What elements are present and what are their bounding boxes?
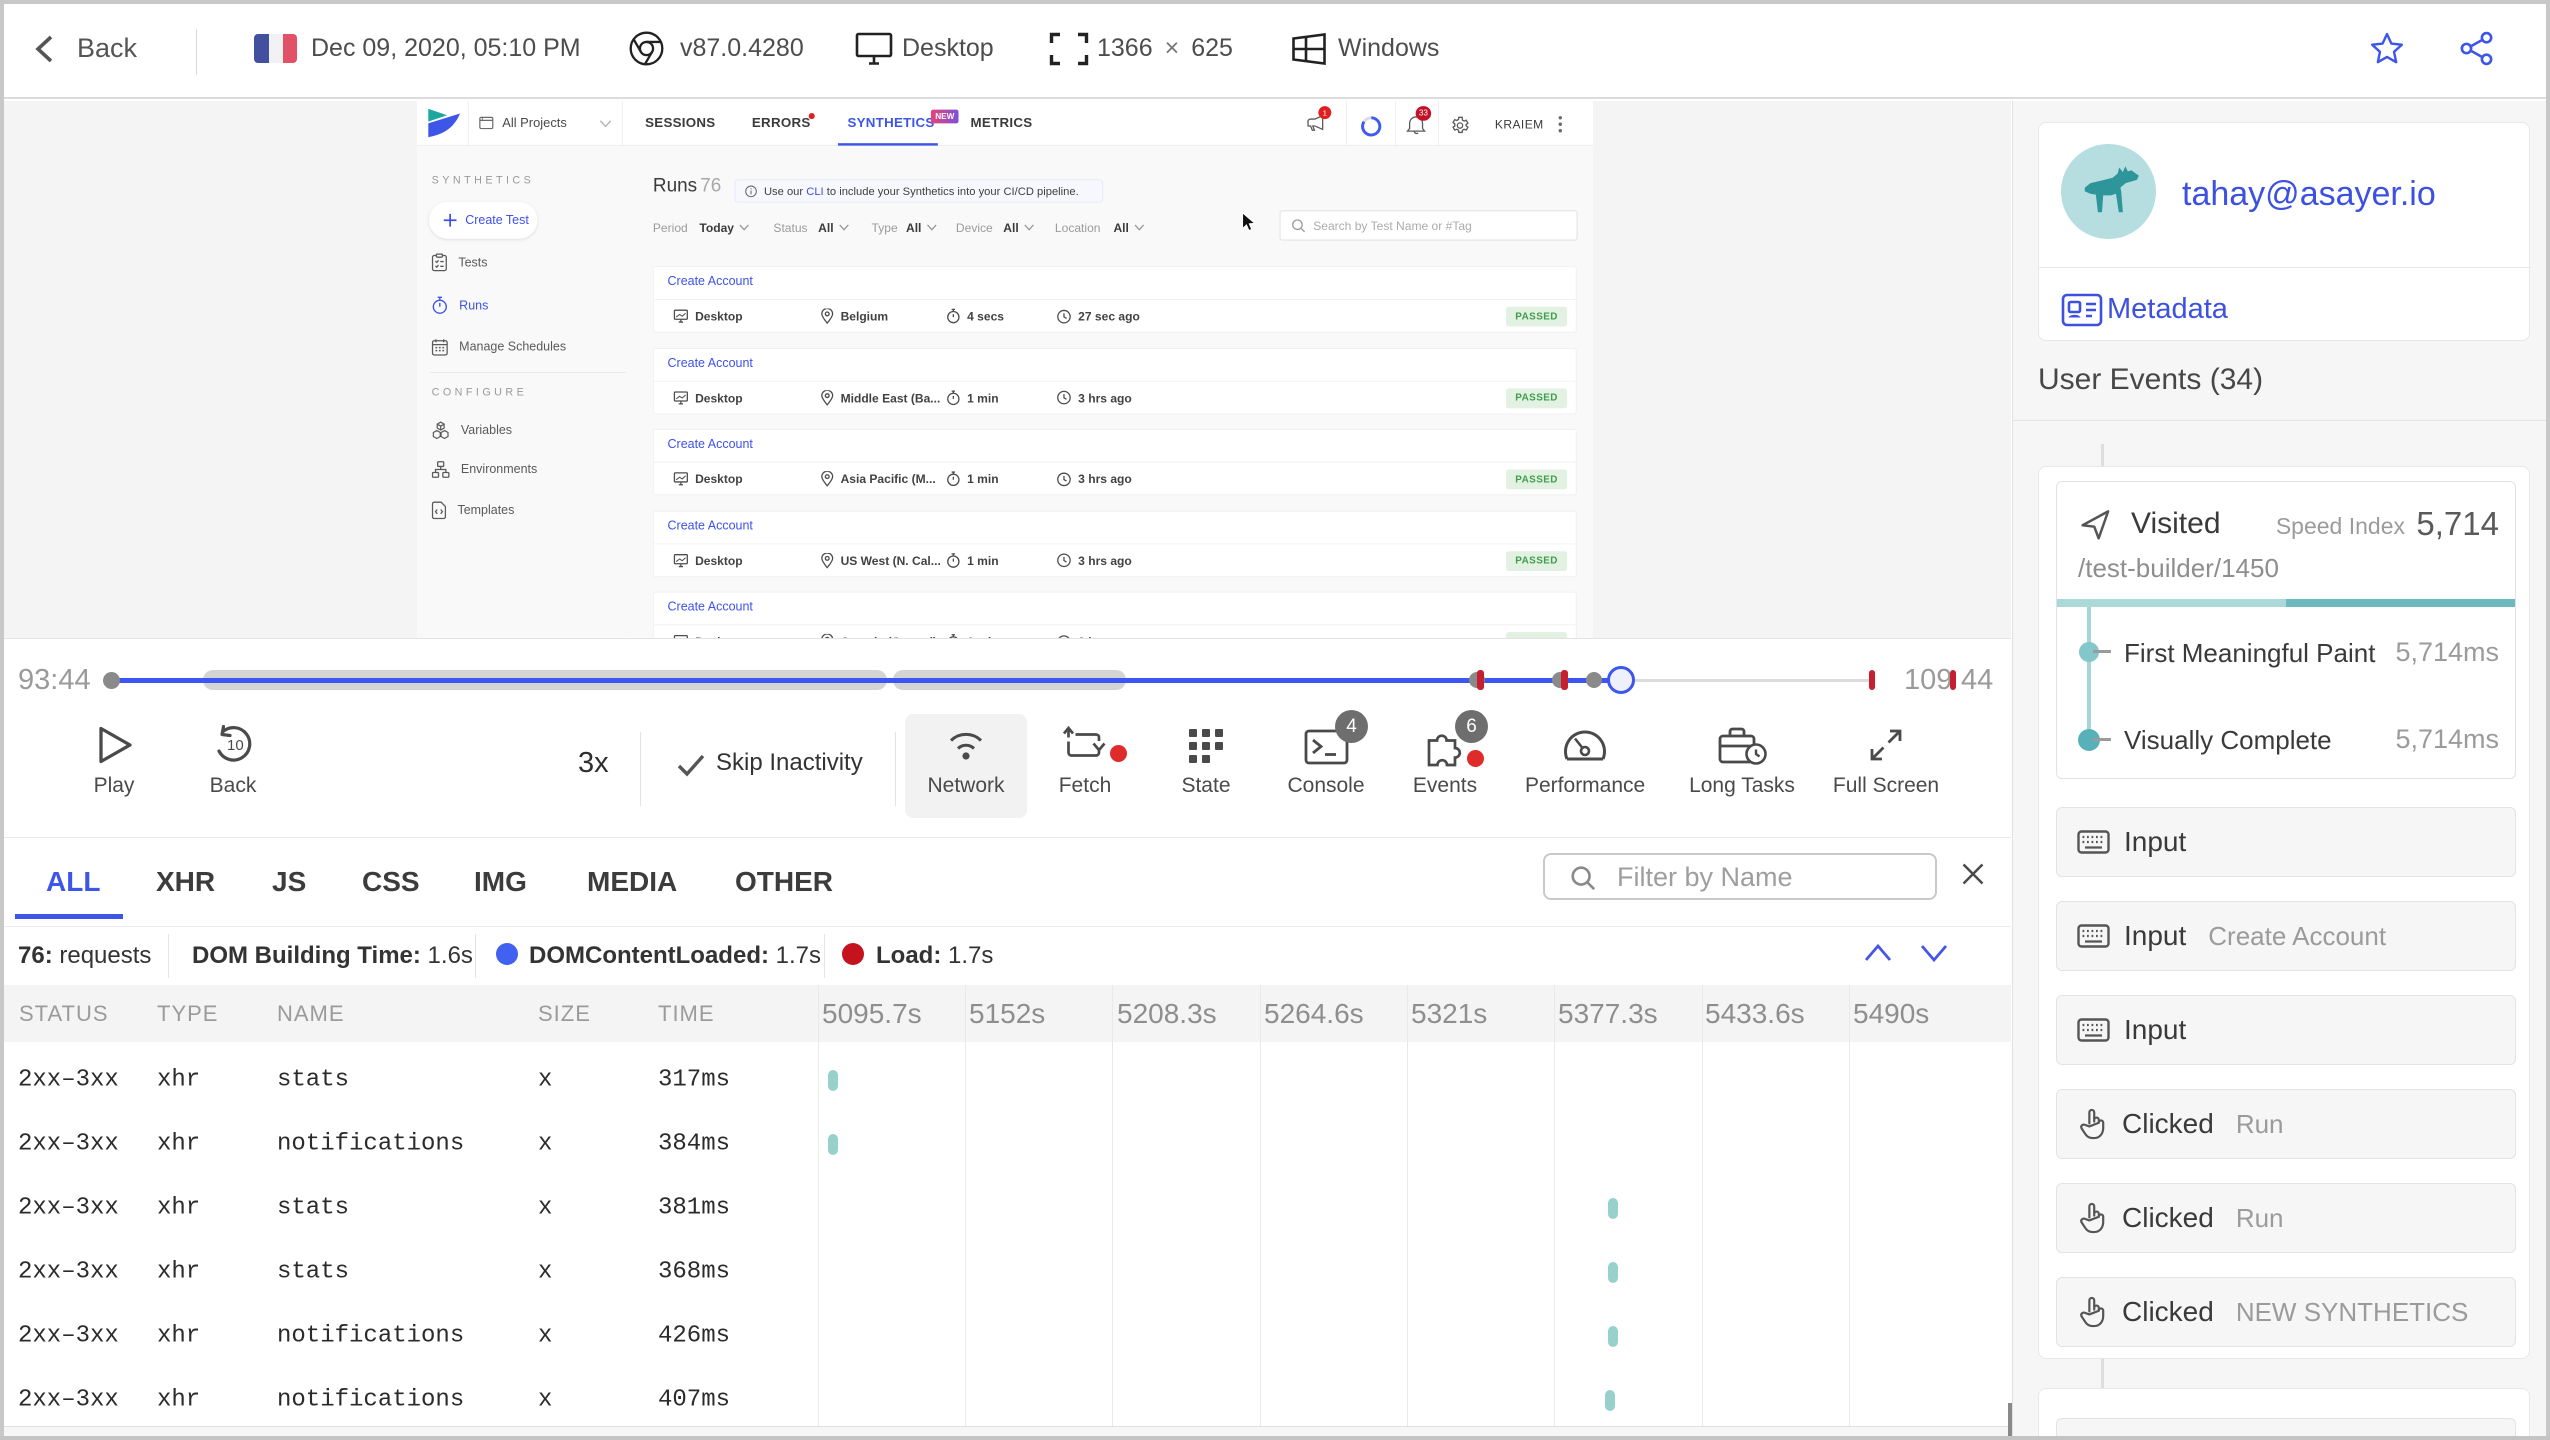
svg-text:10: 10 xyxy=(227,737,244,754)
